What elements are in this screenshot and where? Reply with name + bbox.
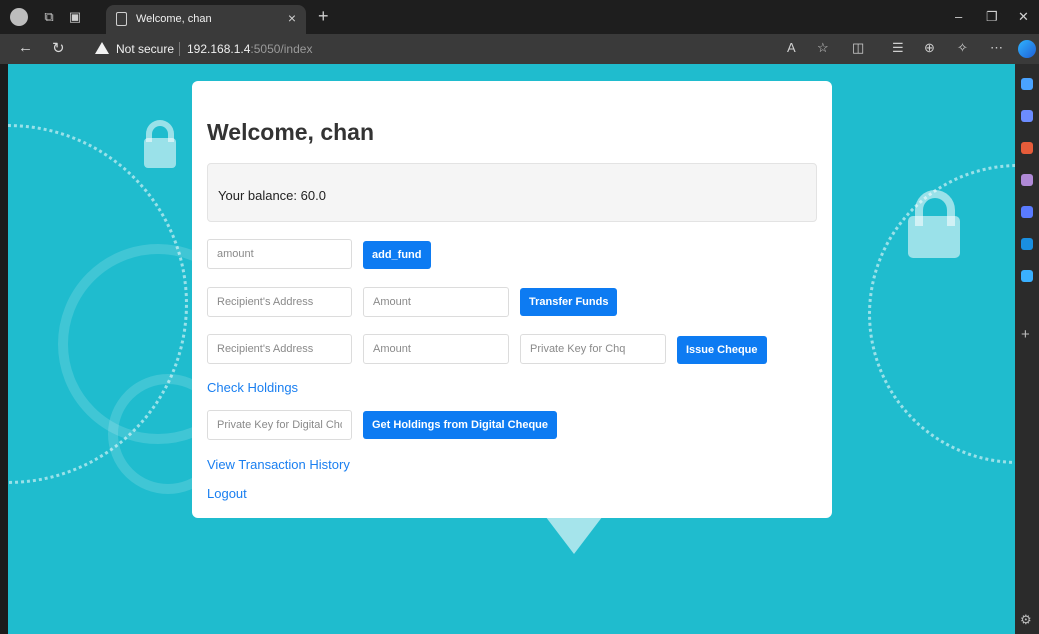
padlock-icon (144, 138, 176, 168)
cheque-amount-input[interactable] (363, 334, 509, 364)
profile-avatar-icon[interactable] (10, 8, 28, 26)
page-title: Welcome, chan (207, 119, 375, 145)
sidebar-settings-icon[interactable]: ⚙ (1020, 612, 1032, 628)
more-icon[interactable]: ⋯ (990, 40, 1003, 56)
tools-icon[interactable] (1021, 142, 1033, 154)
transfer-amount-input[interactable] (363, 287, 509, 317)
transfer-funds-button[interactable]: Transfer Funds (520, 288, 618, 316)
cheque-recipient-input[interactable] (207, 334, 352, 364)
security-label[interactable]: Not secure (116, 42, 174, 56)
tab-title: Welcome, chan (136, 13, 212, 25)
shopping-icon[interactable] (1021, 110, 1033, 122)
cheque-private-key-input[interactable] (520, 334, 666, 364)
get-holdings-button[interactable]: Get Holdings from Digital Cheque (363, 411, 558, 439)
balance-text: Your balance: 60.0 (218, 188, 326, 203)
refresh-icon[interactable]: ↻ (52, 39, 65, 57)
balance-panel: Your balance: 60.0 (207, 163, 817, 222)
active-tab[interactable]: Welcome, chan × (106, 5, 306, 34)
url-separator (179, 42, 180, 56)
back-icon[interactable]: ← (18, 39, 33, 56)
add-sidebar-item-icon[interactable]: + (1021, 326, 1030, 343)
outlook-icon[interactable] (1021, 238, 1033, 250)
page-viewport: Welcome, chan Your balance: 60.0 add_fun… (8, 64, 1015, 634)
issue-cheque-button[interactable]: Issue Cheque (677, 336, 767, 364)
padlock-icon (908, 216, 960, 258)
amount-input[interactable] (207, 239, 352, 269)
split-screen-icon[interactable]: ◫ (852, 40, 864, 56)
office-icon[interactable] (1021, 206, 1033, 218)
url-text: 192.168.1.4:5050/index (187, 42, 313, 56)
edge-sidebar: + ⚙ (1015, 64, 1039, 634)
check-holdings-link[interactable]: Check Holdings (207, 380, 298, 395)
page-icon (116, 12, 127, 26)
minimize-button[interactable]: – (955, 9, 962, 24)
games-icon[interactable] (1021, 174, 1033, 186)
read-aloud-icon[interactable]: A (787, 40, 796, 55)
telegram-icon[interactable] (1021, 270, 1033, 282)
extensions-icon[interactable]: ✧ (957, 40, 968, 56)
copilot-icon[interactable] (1018, 40, 1036, 58)
favorite-icon[interactable]: ☆ (817, 40, 829, 56)
logout-link[interactable]: Logout (207, 486, 247, 501)
url-field[interactable]: Not secure 192.168.1.4:5050/index (86, 37, 846, 61)
restore-button[interactable]: ❐ (986, 9, 998, 25)
new-tab-button[interactable]: + (318, 6, 329, 27)
tab-actions-icon[interactable]: ▣ (66, 8, 84, 26)
digital-cheque-key-input[interactable] (207, 410, 352, 440)
account-card: Welcome, chan Your balance: 60.0 add_fun… (192, 81, 832, 518)
transaction-history-link[interactable]: View Transaction History (207, 457, 350, 472)
workspaces-icon[interactable]: ⧉ (40, 8, 58, 26)
warning-icon (95, 42, 109, 54)
transfer-recipient-input[interactable] (207, 287, 352, 317)
address-bar: ← ↻ Not secure 192.168.1.4:5050/index A … (0, 34, 1039, 64)
tab-strip: ⧉ ▣ Welcome, chan × + – ❐ ✕ (0, 0, 1039, 34)
collections-icon[interactable]: ⊕ (924, 40, 935, 56)
close-window-button[interactable]: ✕ (1018, 9, 1029, 25)
add-fund-button[interactable]: add_fund (363, 241, 431, 269)
tab-close-icon[interactable]: × (288, 10, 296, 26)
search-icon[interactable] (1021, 78, 1033, 90)
favorites-icon[interactable]: ☰ (892, 40, 904, 56)
